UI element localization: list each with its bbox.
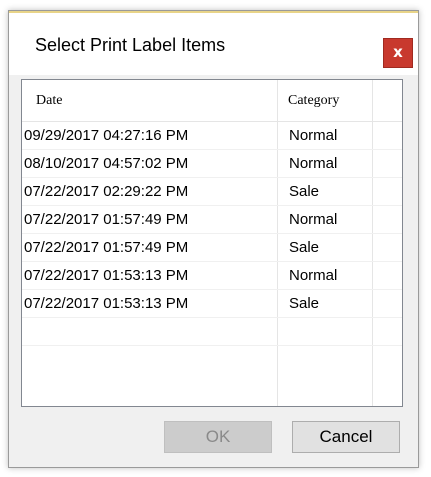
table-row[interactable]: 07/22/2017 01:53:13 PM Normal [22,262,402,290]
date-cell: 07/22/2017 01:57:49 PM [24,211,189,228]
date-cell: 09/29/2017 04:27:16 PM [24,127,189,144]
category-cell: Sale [289,295,320,312]
empty-row [22,318,402,346]
category-cell: Normal [289,211,338,228]
table-row[interactable]: 07/22/2017 01:57:49 PM Normal [22,206,402,234]
table-row[interactable]: 07/22/2017 02:29:22 PM Sale [22,178,402,206]
date-cell: 07/22/2017 01:57:49 PM [24,239,189,256]
date-cell: 07/22/2017 01:53:13 PM [24,267,189,284]
table-row[interactable]: 07/22/2017 01:53:13 PM Sale [22,290,402,318]
category-cell: Sale [289,183,320,200]
category-cell: Normal [289,127,338,144]
column-header-category[interactable]: Category [288,80,339,122]
table-row[interactable]: 08/10/2017 04:57:02 PM Normal [22,150,402,178]
close-icon: x [393,43,403,61]
date-cell: 07/22/2017 02:29:22 PM [24,183,189,200]
date-cell: 07/22/2017 01:53:13 PM [24,295,189,312]
dialog-title: Select Print Label Items [35,35,226,55]
title-bar: Select Print Label Items x [9,13,418,75]
cancel-button[interactable]: Cancel [292,421,400,453]
table-row[interactable]: 07/22/2017 01:57:49 PM Sale [22,234,402,262]
list-header: Date Category [22,80,402,122]
category-cell: Normal [289,267,338,284]
date-cell: 08/10/2017 04:57:02 PM [24,155,189,172]
table-row[interactable]: 09/29/2017 04:27:16 PM Normal [22,122,402,150]
ok-button[interactable]: OK [164,421,272,453]
category-cell: Sale [289,239,320,256]
close-button[interactable]: x [383,38,413,68]
items-list[interactable]: Date Category 09/29/2017 04:27:16 PM Nor… [21,79,403,407]
print-label-dialog: Select Print Label Items x Date Category… [8,10,419,468]
column-header-date[interactable]: Date [36,80,62,122]
category-cell: Normal [289,155,338,172]
